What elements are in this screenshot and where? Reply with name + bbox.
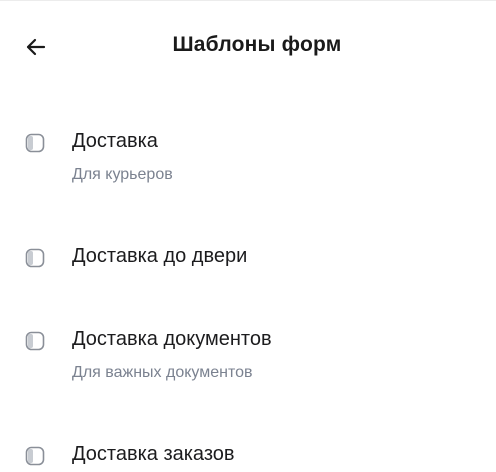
template-icon	[25, 248, 45, 268]
template-label: Доставка документов	[72, 328, 272, 350]
template-item-door-delivery[interactable]: Доставка до двери	[0, 231, 496, 287]
template-item-orders[interactable]: Доставка заказов	[0, 429, 496, 472]
header: Шаблоны форм	[0, 1, 496, 93]
template-subtitle: Для курьеров	[72, 166, 173, 183]
page-title: Шаблоны форм	[172, 33, 342, 56]
template-icon	[25, 331, 45, 351]
template-label: Доставка до двери	[72, 245, 248, 267]
template-label: Доставка	[72, 130, 158, 152]
template-icon	[25, 446, 45, 466]
screen: Шаблоны форм Доставка Для курьеров Доста…	[0, 0, 496, 472]
template-item-documents[interactable]: Доставка документов Для важных документо…	[0, 317, 496, 397]
template-subtitle: Для важных документов	[72, 364, 253, 381]
template-icon	[25, 133, 45, 153]
template-item-delivery[interactable]: Доставка Для курьеров	[0, 119, 496, 199]
template-label: Доставка заказов	[72, 443, 235, 465]
